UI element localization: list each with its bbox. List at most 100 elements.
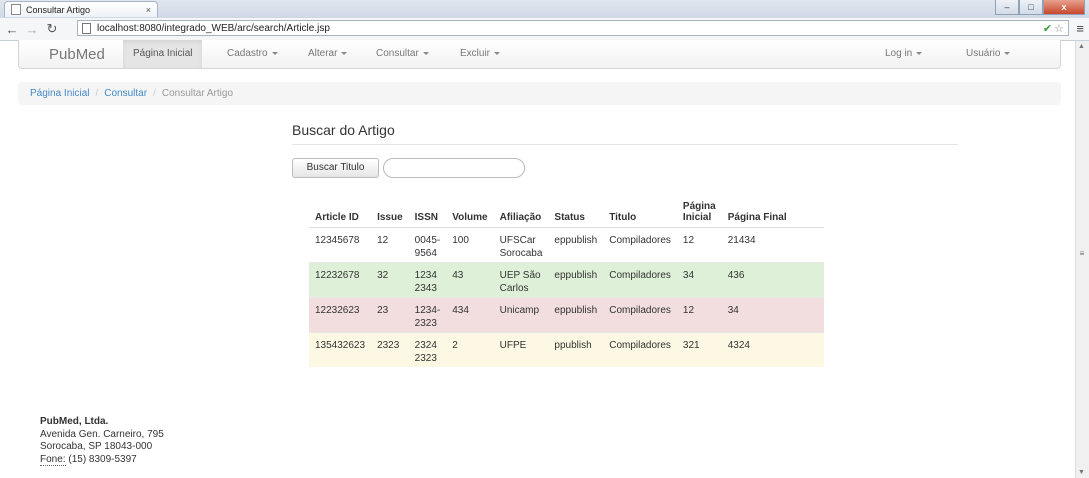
forward-arrow-icon[interactable]: → xyxy=(24,22,40,37)
scroll-up-icon[interactable]: ▲ xyxy=(1078,43,1085,50)
cell-status: eppublish xyxy=(548,261,604,297)
caret-down-icon xyxy=(1004,51,1011,55)
nav-item-label: Página Inicial xyxy=(133,48,193,59)
nav-item-label: Consultar xyxy=(376,48,419,59)
nav-item-label: Log in xyxy=(885,48,913,59)
cell-status: eppublish xyxy=(548,296,604,332)
column-header-article-id: Article ID xyxy=(309,196,372,228)
column-header-status: Status xyxy=(548,196,604,228)
cell-volume: 43 xyxy=(446,261,494,297)
cell-issue: 32 xyxy=(371,261,409,297)
cell-afiliacao: UFSCar Sorocaba xyxy=(493,226,549,262)
brand-logo[interactable]: PubMed xyxy=(49,46,105,63)
footer-address-line-2: Sorocaba, SP 18043-000 xyxy=(40,441,153,452)
column-header-pagina-final: Página Final xyxy=(721,196,824,228)
cell-pagina-inicial: 12 xyxy=(676,296,722,332)
footer-company: PubMed, Ltda. xyxy=(40,416,109,427)
column-header-issn: ISSN xyxy=(408,196,447,228)
page-scrollbar[interactable]: ▲ ≡ ▼ xyxy=(1075,41,1089,478)
cell-article-id: 12345678 xyxy=(309,226,372,262)
column-header-titulo: Titulo xyxy=(603,196,677,228)
cell-pagina-final: 4324 xyxy=(721,331,824,367)
cell-volume: 2 xyxy=(446,331,494,367)
footer-phone: (15) 8309-5397 xyxy=(68,453,137,465)
cell-pagina-final: 34 xyxy=(721,296,824,332)
table-row: 12345678 12 0045-9564 100 UFSCar Sorocaba epp… xyxy=(309,226,824,262)
browser-menu-icon[interactable]: ≡ xyxy=(1076,21,1084,36)
title-divider xyxy=(292,144,958,145)
reload-icon[interactable]: ↻ xyxy=(44,21,60,37)
breadcrumb-link-pagina-inicial[interactable]: Página Inicial xyxy=(30,88,89,99)
footer-phone-label: Fone: xyxy=(40,453,66,466)
minimize-button[interactable]: – xyxy=(995,0,1019,15)
nav-item-consultar[interactable]: Consultar xyxy=(376,40,429,68)
breadcrumb-link-consultar[interactable]: Consultar xyxy=(104,88,147,99)
browser-tab[interactable]: Consultar Artigo × xyxy=(4,1,158,17)
cell-issn: 0045-9564 xyxy=(408,226,447,262)
table-row: 12232623 23 1234-2323 434 Unicamp eppublish Co… xyxy=(309,296,824,332)
maximize-button[interactable]: □ xyxy=(1019,0,1043,15)
cell-issue: 23 xyxy=(371,296,409,332)
cell-issn: 1234 2343 xyxy=(408,261,447,297)
caret-down-icon xyxy=(494,51,501,55)
back-arrow-icon[interactable]: ← xyxy=(4,22,20,37)
cell-afiliacao: UEP São Carlos xyxy=(493,261,549,297)
cell-titulo: Compiladores xyxy=(603,226,677,262)
cell-afiliacao: UFPE xyxy=(493,331,549,367)
nav-item-cadastro[interactable]: Cadastro xyxy=(227,40,278,68)
status-ok-icon: ✔ xyxy=(1042,22,1053,35)
search-title-input[interactable] xyxy=(383,158,525,178)
address-bar[interactable]: localhost:8080/integrado_WEB/arc/search/… xyxy=(77,20,1069,36)
table-row: 12232678 32 1234 2343 43 UEP São Carlos eppub… xyxy=(309,261,824,297)
cell-pagina-inicial: 34 xyxy=(676,261,722,297)
cell-article-id: 12232678 xyxy=(309,261,372,297)
cell-pagina-final: 21434 xyxy=(721,226,824,262)
nav-item-excluir[interactable]: Excluir xyxy=(460,40,501,68)
breadcrumb-separator: / xyxy=(153,88,156,99)
cell-titulo: Compiladores xyxy=(603,261,677,297)
results-table: Article ID Issue ISSN Volume Afiliação S… xyxy=(309,196,824,367)
cell-issn: 1234-2323 xyxy=(408,296,447,332)
footer-address-line-1: Avenida Gen. Carneiro, 795 xyxy=(40,428,164,440)
scroll-down-icon[interactable]: ▼ xyxy=(1078,469,1085,476)
cell-titulo: Compiladores xyxy=(603,296,677,332)
page-title: Buscar do Artigo xyxy=(292,122,395,138)
table-row: 135432623 2323 2324 2323 2 UFPE ppublish Compi… xyxy=(309,331,824,367)
nav-item-login[interactable]: Log in xyxy=(885,40,923,68)
nav-item-label: Cadastro xyxy=(227,48,268,59)
cell-status: ppublish xyxy=(548,331,604,367)
window-close-button[interactable]: x xyxy=(1043,0,1085,15)
cell-afiliacao: Unicamp xyxy=(493,296,549,332)
cell-titulo: Compiladores xyxy=(603,331,677,367)
browser-tab-title: Consultar Artigo xyxy=(26,4,91,15)
cell-status: eppublish xyxy=(548,226,604,262)
nav-item-pagina-inicial[interactable]: Página Inicial xyxy=(123,40,203,68)
breadcrumb-separator: / xyxy=(95,88,99,99)
cell-issn: 2324 2323 xyxy=(408,331,447,367)
search-title-button[interactable]: Buscar Titulo xyxy=(292,158,379,178)
window-controls: – □ x xyxy=(995,0,1085,15)
footer-phone-line: Fone: (15) 8309-5397 xyxy=(40,453,164,467)
browser-tab-bar: Consultar Artigo × – □ x xyxy=(0,0,1089,19)
bookmark-star-icon[interactable]: ☆ xyxy=(1054,22,1064,35)
caret-down-icon xyxy=(341,51,348,55)
cell-volume: 434 xyxy=(446,296,494,332)
column-header-issue: Issue xyxy=(371,196,409,228)
nav-item-alterar[interactable]: Alterar xyxy=(308,40,348,68)
caret-down-icon xyxy=(422,51,429,55)
page-icon xyxy=(82,22,91,34)
nav-item-label: Alterar xyxy=(308,48,338,59)
nav-item-usuario[interactable]: Usuário xyxy=(966,40,1011,68)
cell-article-id: 135432623 xyxy=(309,331,372,367)
page-favicon-icon xyxy=(11,4,21,15)
cell-pagina-inicial: 12 xyxy=(676,226,722,262)
url-text[interactable]: localhost:8080/integrado_WEB/arc/search/… xyxy=(97,23,330,34)
column-header-afiliacao: Afiliação xyxy=(493,196,549,228)
tab-close-icon[interactable]: × xyxy=(146,5,151,15)
column-header-volume: Volume xyxy=(446,196,494,228)
browser-toolbar: ← → ↻ localhost:8080/integrado_WEB/arc/s… xyxy=(0,18,1089,41)
cell-issue: 12 xyxy=(371,226,409,262)
scroll-thumb[interactable]: ≡ xyxy=(1078,249,1086,259)
breadcrumb-current: Consultar Artigo xyxy=(161,88,234,99)
nav-item-label: Usuário xyxy=(966,48,1001,59)
